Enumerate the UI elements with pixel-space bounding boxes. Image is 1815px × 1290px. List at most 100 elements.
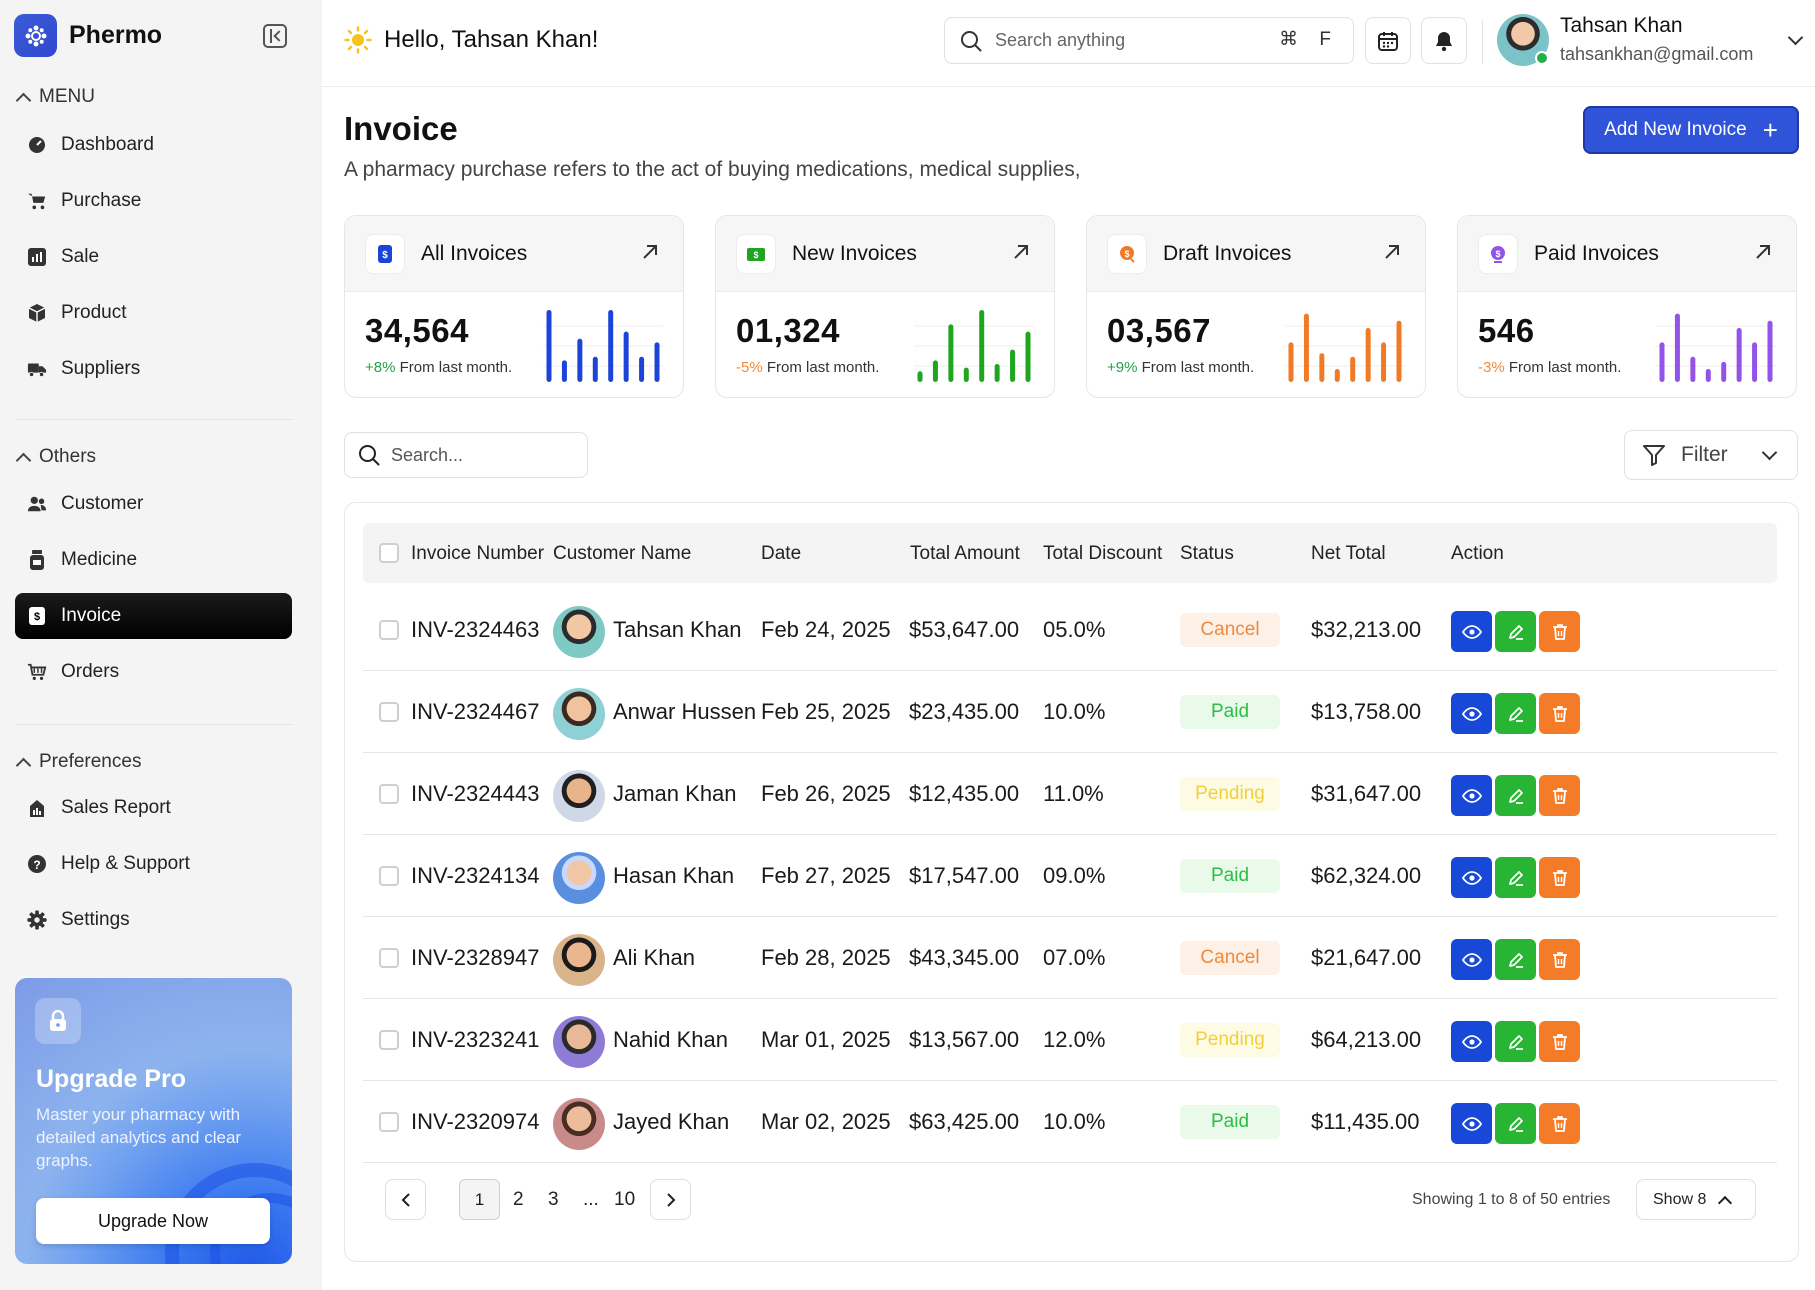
table-row[interactable]: INV-2328947 Ali Khan Feb 28, 2025 $43,345.0… — [363, 917, 1777, 999]
delete-button[interactable] — [1539, 1021, 1580, 1062]
brand-logo-icon — [14, 14, 57, 57]
status-badge: Paid — [1180, 1105, 1280, 1139]
view-button[interactable] — [1451, 857, 1492, 898]
menu-section-label: MENU — [39, 86, 95, 107]
user-name[interactable]: Tahsan Khan — [1560, 14, 1683, 38]
edit-button[interactable] — [1495, 857, 1536, 898]
menu-section-toggle[interactable]: MENU — [15, 86, 95, 108]
table-row[interactable]: INV-2323241 Nahid Khan Mar 01, 2025 $13,567… — [363, 999, 1777, 1081]
user-avatar[interactable] — [1497, 14, 1549, 66]
column-header[interactable]: Net Total — [1311, 543, 1386, 565]
sidebar-item-medicine[interactable]: Medicine — [15, 537, 292, 583]
all-invoices-card[interactable]: $ All Invoices 34,564 +8% From last month. — [344, 215, 684, 398]
global-search-input[interactable]: Search anything ⌘ F — [944, 17, 1354, 64]
sidebar-item-product[interactable]: Product — [15, 290, 292, 336]
view-button[interactable] — [1451, 1103, 1492, 1144]
sidebar-item-help-support[interactable]: ? Help & Support — [15, 841, 292, 887]
chevron-up-icon — [15, 757, 32, 773]
sidebar-item-sales-report[interactable]: Sales Report — [15, 785, 292, 831]
calendar-button[interactable] — [1365, 17, 1411, 64]
arrow-up-right-icon[interactable] — [1012, 243, 1030, 261]
others-section-toggle[interactable]: Others — [15, 446, 96, 468]
sidebar-item-purchase[interactable]: Purchase — [15, 178, 292, 224]
collapse-sidebar-icon[interactable] — [263, 24, 287, 48]
chevron-down-icon[interactable] — [1787, 29, 1804, 46]
sidebar-item-invoice[interactable]: $ Invoice — [15, 593, 292, 639]
sidebar-item-orders[interactable]: Orders — [15, 649, 292, 695]
preferences-section-toggle[interactable]: Preferences — [15, 751, 141, 773]
row-checkbox[interactable] — [379, 620, 399, 640]
view-button[interactable] — [1451, 611, 1492, 652]
table-row[interactable]: INV-2320974 Jayed Khan Mar 02, 2025 $63,425… — [363, 1081, 1777, 1163]
eye-icon — [1461, 952, 1482, 967]
new-invoices-card[interactable]: $ New Invoices 01,324 -5% From last month. — [715, 215, 1055, 398]
invoice-search-input[interactable]: Search... — [344, 432, 588, 478]
view-button[interactable] — [1451, 693, 1492, 734]
filter-button[interactable]: Filter — [1624, 430, 1798, 480]
page-button[interactable]: 10 — [614, 1189, 635, 1211]
delete-button[interactable] — [1539, 693, 1580, 734]
sidebar-item-sale[interactable]: Sale — [15, 234, 292, 280]
table-row[interactable]: INV-2324467 Anwar Hussen Feb 25, 2025 $23,4… — [363, 671, 1777, 753]
select-all-checkbox[interactable] — [379, 543, 399, 563]
edit-button[interactable] — [1495, 939, 1536, 980]
invoice-date: Feb 25, 2025 — [761, 699, 891, 724]
column-header[interactable]: Total Amount — [910, 543, 1020, 565]
arrow-up-right-icon[interactable] — [641, 243, 659, 261]
row-checkbox[interactable] — [379, 1030, 399, 1050]
row-checkbox[interactable] — [379, 784, 399, 804]
table-row[interactable]: INV-2324134 Hasan Khan Feb 27, 2025 $17,547… — [363, 835, 1777, 917]
delete-button[interactable] — [1539, 939, 1580, 980]
add-new-invoice-button[interactable]: Add New Invoice + — [1583, 106, 1799, 154]
view-button[interactable] — [1451, 939, 1492, 980]
edit-button[interactable] — [1495, 1103, 1536, 1144]
row-checkbox[interactable] — [379, 948, 399, 968]
pencil-icon — [1508, 706, 1523, 722]
arrow-up-right-icon[interactable] — [1754, 243, 1772, 261]
sidebar-item-dashboard[interactable]: Dashboard — [15, 122, 292, 168]
table-row[interactable]: INV-2324463 Tahsan Khan Feb 24, 2025 $53,64… — [363, 589, 1777, 671]
delete-button[interactable] — [1539, 775, 1580, 816]
next-page-button[interactable] — [650, 1179, 691, 1220]
view-button[interactable] — [1451, 775, 1492, 816]
column-header[interactable]: Total Discount — [1043, 543, 1162, 565]
column-header[interactable]: Invoice Number — [411, 543, 544, 565]
sidebar-item-suppliers[interactable]: Suppliers — [15, 346, 292, 392]
edit-button[interactable] — [1495, 775, 1536, 816]
paid-invoices-card[interactable]: $ Paid Invoices 546 -3% From last month. — [1457, 215, 1797, 398]
sparkline-bar — [1319, 353, 1325, 382]
previous-page-button[interactable] — [385, 1179, 426, 1220]
upgrade-now-button[interactable]: Upgrade Now — [36, 1198, 270, 1244]
column-header[interactable]: Customer Name — [553, 543, 691, 565]
column-header[interactable]: Status — [1180, 543, 1234, 565]
brand[interactable]: Phermo — [14, 14, 162, 57]
row-checkbox[interactable] — [379, 702, 399, 722]
edit-button[interactable] — [1495, 611, 1536, 652]
page-size-select[interactable]: Show 8 — [1636, 1179, 1756, 1220]
page-button[interactable]: 3 — [548, 1189, 559, 1211]
help-icon: ? — [27, 854, 47, 874]
delete-button[interactable] — [1539, 1103, 1580, 1144]
notifications-button[interactable] — [1421, 17, 1467, 64]
column-header[interactable]: Date — [761, 543, 801, 565]
table-row[interactable]: INV-2324443 Jaman Khan Feb 26, 2025 $12,435… — [363, 753, 1777, 835]
edit-button[interactable] — [1495, 693, 1536, 734]
edit-button[interactable] — [1495, 1021, 1536, 1062]
arrow-up-right-icon[interactable] — [1383, 243, 1401, 261]
delete-button[interactable] — [1539, 611, 1580, 652]
column-header[interactable]: Action — [1451, 543, 1504, 565]
draft-invoices-card[interactable]: $ Draft Invoices 03,567 +9% From last month… — [1086, 215, 1426, 398]
row-checkbox[interactable] — [379, 866, 399, 886]
invoice-icon: $ — [1107, 234, 1147, 274]
delete-button[interactable] — [1539, 857, 1580, 898]
page-button[interactable]: 2 — [513, 1189, 524, 1211]
sidebar-item-settings[interactable]: Settings — [15, 897, 292, 943]
total-discount: 10.0% — [1043, 699, 1106, 724]
sidebar-item-customer[interactable]: Customer — [15, 481, 292, 527]
view-button[interactable] — [1451, 1021, 1492, 1062]
row-checkbox[interactable] — [379, 1112, 399, 1132]
page-button-current[interactable]: 1 — [459, 1179, 500, 1220]
upgrade-title: Upgrade Pro — [36, 1065, 187, 1093]
trash-icon — [1552, 951, 1567, 968]
user-email: tahsankhan@gmail.com — [1560, 44, 1754, 64]
